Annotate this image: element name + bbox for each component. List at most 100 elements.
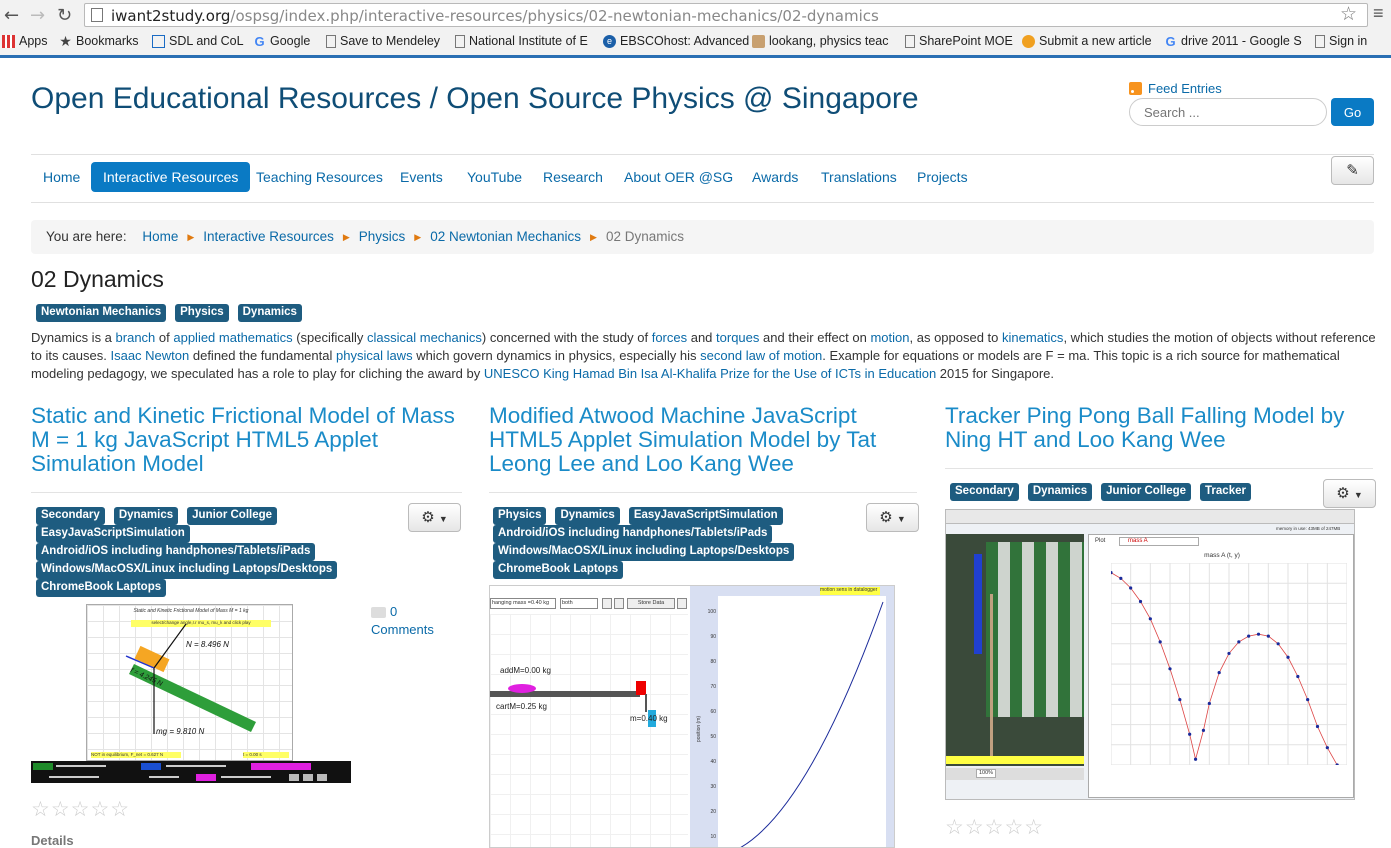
tag-tracker[interactable]: Tracker <box>1200 483 1251 501</box>
position-curve <box>740 601 884 847</box>
tracker-simulation-thumbnail[interactable]: memory in use: 43MB of 247MB 100% Plot m… <box>945 509 1355 800</box>
tag-junior-college[interactable]: Junior College <box>1101 483 1192 501</box>
reload-icon[interactable]: ↻ <box>57 5 72 26</box>
nav-projects[interactable]: Projects <box>917 169 968 185</box>
bookmark-google[interactable]: G Google <box>253 34 310 48</box>
site-title[interactable]: Open Educational Resources / Open Source… <box>31 82 919 116</box>
bookmark-lookang[interactable]: lookang, physics teac <box>752 34 889 48</box>
chrome-menu-icon[interactable]: ≡ <box>1373 3 1384 24</box>
bookmark-apps[interactable]: Apps <box>2 34 48 48</box>
play-button[interactable] <box>602 598 612 609</box>
step-button[interactable] <box>614 598 624 609</box>
tag-dynamics[interactable]: Dynamics <box>237 304 302 322</box>
link-forces[interactable]: forces <box>652 330 687 345</box>
force-slider[interactable] <box>221 776 271 778</box>
data-point <box>1148 617 1152 621</box>
breadcrumb-home[interactable]: Home <box>142 229 178 244</box>
tag-physics[interactable]: Physics <box>175 304 229 322</box>
article-title[interactable]: Tracker Ping Pong Ball Falling Model by … <box>945 404 1365 452</box>
forward-icon[interactable]: → <box>30 5 45 26</box>
tag-newtonian[interactable]: Newtonian Mechanics <box>36 304 167 322</box>
go-button[interactable]: Go <box>1331 98 1374 126</box>
nav-interactive-resources[interactable]: Interactive Resources <box>91 162 251 192</box>
comments-link[interactable]: 0 Comments <box>371 603 434 639</box>
nav-about[interactable]: About OER @SG <box>624 169 733 185</box>
link-branch[interactable]: branch <box>116 330 156 345</box>
data-point <box>1306 697 1310 702</box>
position-line <box>740 601 884 847</box>
address-bar[interactable]: iwant2study.org/ospsg/index.php/interact… <box>84 3 1368 27</box>
article-tools-button[interactable]: ⚙ ▼ <box>866 503 919 532</box>
search-input[interactable] <box>1129 98 1327 126</box>
link-physical-laws[interactable]: physical laws <box>336 348 413 363</box>
link-second-law[interactable]: second law of motion <box>700 348 822 363</box>
play-button[interactable] <box>289 774 299 781</box>
nav-home[interactable]: Home <box>43 169 80 185</box>
reset-button[interactable] <box>317 774 327 781</box>
bookmark-bookmarks[interactable]: ★ Bookmarks <box>59 34 138 49</box>
breadcrumb-interactive-resources[interactable]: Interactive Resources <box>203 229 334 244</box>
nav-youtube[interactable]: YouTube <box>467 169 522 185</box>
data-point <box>1266 634 1270 638</box>
nav-events[interactable]: Events <box>400 169 443 185</box>
feed-link[interactable]: Feed Entries <box>1129 81 1222 96</box>
nav-translations[interactable]: Translations <box>821 169 897 185</box>
article-tools-button[interactable]: ⚙ ▼ <box>1323 479 1376 508</box>
back-icon[interactable]: ← <box>4 5 19 26</box>
bookmark-sharepoint[interactable]: SharePoint MOE <box>905 34 1013 48</box>
data-point <box>1256 632 1261 636</box>
bookmark-nie[interactable]: National Institute of E <box>455 34 588 48</box>
player-controls[interactable]: 100% <box>946 768 1084 780</box>
mu-k-slider[interactable] <box>149 776 179 778</box>
rating-stars[interactable]: ☆☆☆☆☆ <box>945 815 1044 840</box>
nav-awards[interactable]: Awards <box>752 169 798 185</box>
link-motion[interactable]: motion <box>870 330 909 345</box>
reset-button[interactable] <box>677 598 687 609</box>
breadcrumb: You are here: Home ▶ Interactive Resources… <box>31 220 1374 254</box>
bookmark-sdl[interactable]: SDL and CoL <box>152 34 244 48</box>
nav-research[interactable]: Research <box>543 169 603 185</box>
angle-slider[interactable] <box>56 765 106 767</box>
article-friction: Static and Kinetic Frictional Model of M… <box>31 404 461 476</box>
slider-row <box>31 761 351 772</box>
bookmark-signin[interactable]: Sign in <box>1315 34 1367 48</box>
bookmark-ebsco[interactable]: e EBSCOhost: Advanced <box>603 34 749 48</box>
article-title[interactable]: Modified Atwood Machine JavaScript HTML5… <box>489 404 909 476</box>
step-button[interactable] <box>303 774 313 781</box>
hanging-mass-select[interactable]: hanging mass =0.40 kg <box>490 598 556 609</box>
mu-s-slider[interactable] <box>49 776 99 778</box>
atwood-simulation-thumbnail[interactable]: hanging mass =0.40 kg both Store Data ad… <box>489 585 895 848</box>
bookmark-drive[interactable]: Gdrive 2011 - Google S <box>1164 34 1301 48</box>
tag-chromebook[interactable]: ChromeBook Laptops <box>493 561 624 579</box>
cart-wheels <box>508 684 536 693</box>
bookmark-mendeley[interactable]: Save to Mendeley <box>326 34 440 48</box>
store-data-button[interactable]: Store Data <box>627 598 675 609</box>
friction-simulation-thumbnail[interactable]: Static and Kinetic Frictional Model of M… <box>31 602 351 783</box>
y-tick: 70 <box>710 684 716 690</box>
mass-select[interactable]: mass A <box>1119 537 1199 546</box>
article-tools-button[interactable]: ⚙ ▼ <box>408 503 461 532</box>
divider <box>31 492 462 493</box>
link-unesco-prize[interactable]: UNESCO King Hamad Bin Isa Al-Khalifa Pri… <box>484 366 936 381</box>
link-torques[interactable]: torques <box>716 330 759 345</box>
divider <box>489 492 917 493</box>
link-kinematics[interactable]: kinematics <box>1002 330 1063 345</box>
link-classical-mechanics[interactable]: classical mechanics <box>367 330 482 345</box>
edit-button[interactable]: ✎ <box>1331 156 1374 185</box>
tag-junior-college[interactable]: Junior College <box>187 507 278 525</box>
tag-secondary[interactable]: Secondary <box>950 483 1019 501</box>
mode-select[interactable]: both <box>560 598 598 609</box>
rating-stars[interactable]: ☆☆☆☆☆ <box>31 797 130 822</box>
bookmark-submit[interactable]: Submit a new article <box>1022 34 1152 48</box>
breadcrumb-physics[interactable]: Physics <box>359 229 406 244</box>
link-applied-mathematics[interactable]: applied mathematics <box>173 330 292 345</box>
mass-slider[interactable] <box>166 765 226 767</box>
nav-teaching-resources[interactable]: Teaching Resources <box>256 169 383 185</box>
breadcrumb-newtonian[interactable]: 02 Newtonian Mechanics <box>430 229 581 244</box>
link-isaac-newton[interactable]: Isaac Newton <box>110 348 189 363</box>
y-tick: 90 <box>710 634 716 640</box>
tag-chromebook[interactable]: ChromeBook Laptops <box>36 579 167 597</box>
bookmark-star-icon[interactable]: ☆ <box>1340 3 1357 26</box>
article-title[interactable]: Static and Kinetic Frictional Model of M… <box>31 404 461 476</box>
tag-dynamics[interactable]: Dynamics <box>1027 483 1093 501</box>
